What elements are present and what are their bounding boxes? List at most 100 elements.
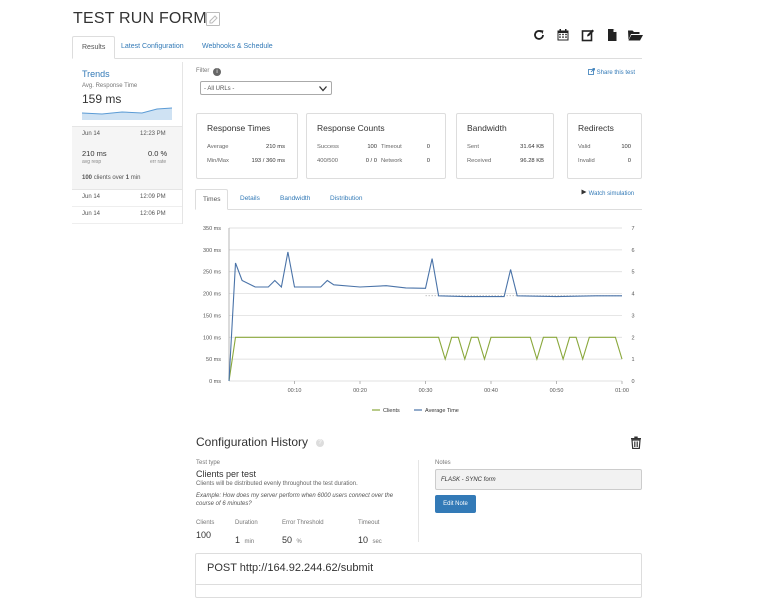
card-title: Bandwidth [467,123,507,133]
tab-details[interactable]: Details [233,189,267,208]
run-avg-resp: 210 ms [82,149,107,158]
config-history-title: Configuration History [196,435,309,449]
trends-sparkline [82,107,172,120]
tab-webhooks-schedule[interactable]: Webhooks & Schedule [193,36,282,57]
play-icon [581,189,587,195]
duration-label: Duration [235,520,258,526]
response-counts-card: Response Counts Success 100 Timeout 0 40… [306,113,446,179]
refresh-icon[interactable] [532,28,546,42]
page-title: TEST RUN FORM [73,10,207,27]
watch-simulation-link[interactable]: Watch simulation [581,189,634,197]
duration-value: 1 [235,535,241,545]
y2-tick-label: 4 [631,292,634,298]
edit-note-button[interactable]: Edit Note [435,495,476,513]
folder-open-icon[interactable] [627,28,644,42]
x-tick-label: 00:10 [288,388,302,394]
run-item[interactable]: Jun 14 12:09 PM [72,190,182,207]
error-threshold-label: Error Threshold [282,520,324,526]
run-clients-num: 100 [82,175,93,181]
trends-title[interactable]: Trends [82,69,110,79]
tab-times[interactable]: Times [195,189,229,210]
y-tick-label: 150 ms [203,313,221,319]
trends-panel[interactable]: Trends Avg. Response Time 159 ms [72,62,182,124]
average-value: 210 ms [265,144,285,150]
tab-latest-configuration[interactable]: Latest Configuration [112,36,193,57]
request-panel: POST http://164.92.244.62/submit [195,553,642,598]
x-tick-label: 00:40 [484,388,498,394]
duration-unit: min [244,539,255,545]
url-filter-value: - All URLs - [204,86,235,92]
y-tick-label: 100 ms [203,335,221,341]
received-label: Received [467,158,492,164]
run-item[interactable]: Jun 14 12:06 PM [72,207,182,224]
notes-label: Notes [435,460,451,466]
network-value: 0 [426,158,430,164]
chevron-down-icon [319,86,327,92]
legend-label-average-time: Average Time [425,408,459,414]
test-type-label: Test type [196,460,221,466]
run-time: 12:09 PM [140,194,166,200]
chart-tabs: Times Details Bandwidth Distribution [195,189,642,210]
tab-results[interactable]: Results [72,36,116,59]
timeout-field: 10 sec [358,530,382,548]
timeout-label: Timeout [358,520,380,526]
y2-tick-label: 0 [631,379,634,385]
redirects-card: Redirects Valid 100 Invalid 0 [567,113,642,179]
error-threshold-unit: % [296,539,302,545]
tab-bandwidth[interactable]: Bandwidth [273,189,317,208]
share-test-link[interactable]: Share this test [588,68,635,76]
watch-simulation-label[interactable]: Watch simulation [589,191,634,197]
tab-distribution[interactable]: Distribution [323,189,370,208]
toolbar [532,28,644,44]
run-duration-num: 1 [125,175,130,181]
info-icon[interactable]: i [213,68,221,76]
config-divider [418,460,419,542]
card-title: Response Counts [317,123,385,133]
share-icon [588,68,595,75]
clients-label: Clients [196,520,215,526]
response-times-card: Response Times Average 210 ms Min/Max 19… [196,113,298,179]
duration-field: 1 min [235,530,254,548]
timeout-value: 10 [358,535,369,545]
invalid-value: 0 [627,158,631,164]
error-threshold-field: 50 % [282,530,302,548]
error-value: 0 / 0 [365,158,377,164]
run-clients-summary: 100 clients over 1 min [82,175,140,181]
valid-value: 100 [621,144,631,150]
card-title: Response Times [207,123,271,133]
selected-run[interactable]: Jun 14 12:23 PM 210 ms avg resp 0.0 % er… [72,126,182,190]
file-icon[interactable] [605,28,619,42]
average-label: Average [207,144,229,150]
x-tick-label: 00:50 [550,388,564,394]
run-time: 12:06 PM [140,211,166,217]
series-average-time [228,251,622,382]
y2-tick-label: 2 [631,335,634,341]
error-label: 400/500 [317,158,338,164]
url-filter-select[interactable]: - All URLs - [200,81,332,95]
calendar-icon[interactable] [556,28,570,42]
network-label: Network [381,158,403,164]
y-tick-label: 50 ms [206,357,221,363]
sidebar: Trends Avg. Response Time 159 ms Jun 14 … [72,62,183,224]
bandwidth-card: Bandwidth Sent 31.64 KB Received 96.28 K… [456,113,554,179]
share-test-label[interactable]: Share this test [597,70,635,76]
y-tick-label: 350 ms [203,226,221,232]
edit-icon[interactable] [581,28,595,42]
run-err-rate: 0.0 % [148,149,168,158]
minmax-value: 193 / 360 ms [251,158,285,164]
invalid-label: Invalid [578,158,595,164]
y-tick-label: 300 ms [203,248,221,254]
timeout-unit: sec [372,539,382,545]
test-type-example: Example: How does my server perform when… [196,493,394,507]
response-time-chart: 350 ms300 ms250 ms200 ms150 ms100 ms50 m… [203,226,635,414]
timeout-label: Timeout [381,144,402,150]
run-avg-resp-label: avg resp [82,159,102,165]
test-type-description: Clients will be distributed evenly throu… [196,481,358,487]
x-tick-label: 00:20 [353,388,367,394]
trash-icon[interactable] [630,436,642,450]
edit-title-icon[interactable] [206,12,220,26]
sent-value: 31.64 KB [520,144,544,150]
valid-label: Valid [578,144,591,150]
timeout-value: 0 [426,144,430,150]
help-icon[interactable]: ? [316,439,324,447]
